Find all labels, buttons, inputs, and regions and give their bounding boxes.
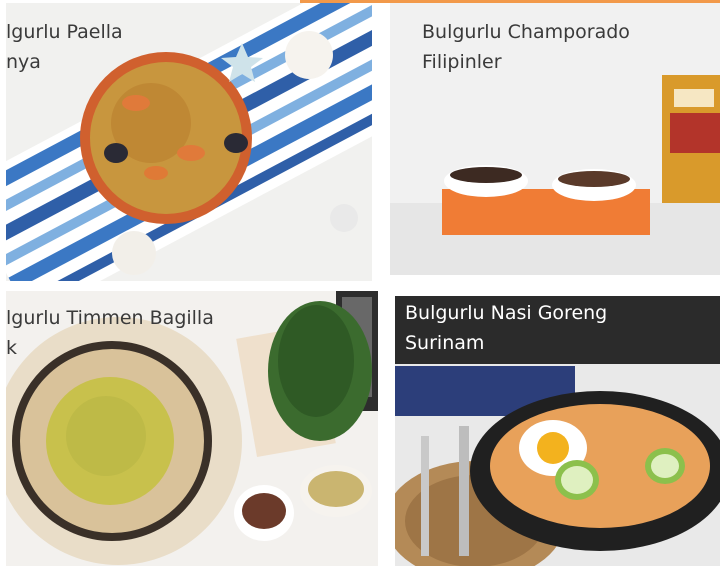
recipe-title-line-1: lgurlu Timmen Bagilla [6,307,214,329]
recipe-title-line-1: lgurlu Paella [6,21,123,43]
recipe-card-timmen-bagilla[interactable]: lgurlu Timmen Bagilla k [6,291,378,566]
recipe-title-paella: lgurlu Paella nya [6,17,123,77]
recipe-title-line-2: nya [6,51,41,73]
recipe-title-line-2: Filipinler [422,51,502,73]
recipe-title-line-2: k [6,337,18,359]
recipe-card-paella[interactable]: lgurlu Paella nya [6,3,372,281]
recipe-title-nasi-goreng: Bulgurlu Nasi Goreng Surinam [395,296,720,364]
recipe-title-line-2: Surinam [405,332,485,354]
recipe-card-nasi-goreng[interactable]: Bulgurlu Nasi Goreng Surinam [395,296,720,566]
recipe-card-champorado[interactable]: Bulgurlu Champorado Filipinler [390,3,720,275]
recipe-title-champorado: Bulgurlu Champorado Filipinler [422,17,630,77]
recipe-title-timmen-bagilla: lgurlu Timmen Bagilla k [6,303,214,363]
recipe-title-line-1: Bulgurlu Champorado [422,21,630,43]
recipe-title-line-1: Bulgurlu Nasi Goreng [405,302,608,324]
